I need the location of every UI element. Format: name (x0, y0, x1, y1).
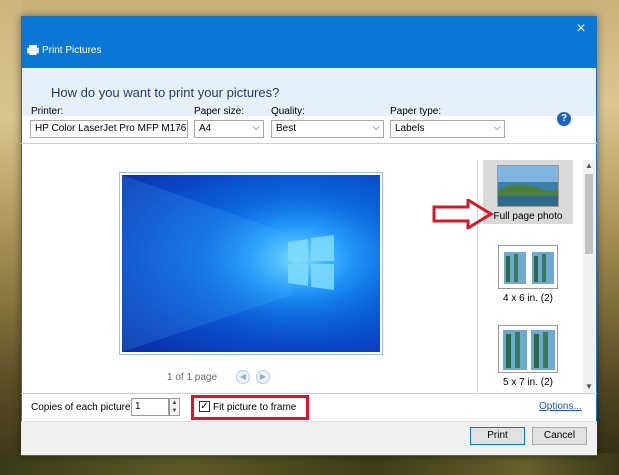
quality-select-value: Best (276, 123, 297, 134)
header-question: How do you want to print your pictures? (51, 85, 280, 100)
paper-size-select[interactable]: A4 ⌵ (194, 120, 264, 138)
chevron-down-icon: ⌵ (176, 122, 184, 133)
close-button[interactable]: × (572, 21, 590, 39)
layout-4x6[interactable]: 4 x 6 in. (2) (483, 240, 573, 306)
desktop-wallpaper-bottom (0, 453, 619, 475)
windows-logo-wallpaper (122, 175, 380, 352)
quality-label: Quality: (271, 106, 305, 117)
4x6-thumbnail (498, 245, 558, 289)
title-bar: Print Pictures × (22, 17, 596, 68)
paper-type-label: Paper type: (390, 106, 442, 117)
page-indicator: 1 of 1 page (167, 372, 218, 383)
copies-label: Copies of each picture: (31, 402, 134, 413)
copies-input[interactable]: 1 (131, 398, 169, 416)
printer-select-value: HP Color LaserJet Pro MFP M176 (35, 123, 187, 134)
header-band: How do you want to print your pictures? (22, 68, 596, 116)
divider (21, 143, 597, 144)
fit-picture-label[interactable]: Fit picture to frame (213, 402, 296, 413)
layout-scrollbar[interactable]: ▲ ▼ (583, 160, 595, 393)
window-title: Print Pictures (42, 45, 102, 56)
full-page-photo-thumbnail (497, 165, 559, 207)
chevron-down-icon: ⌵ (372, 122, 380, 133)
stepper-up-icon[interactable]: ▲ (170, 399, 179, 407)
paper-size-label: Paper size: (194, 106, 245, 117)
preview-image (122, 175, 380, 352)
help-icon[interactable]: ? (557, 112, 571, 126)
5x7-thumbnail (498, 325, 558, 373)
printer-label: Printer: (31, 106, 64, 117)
quality-select[interactable]: Best ⌵ (271, 120, 384, 138)
layout-full-page-photo[interactable]: Full page photo (483, 160, 573, 224)
layout-label: 4 x 6 in. (2) (502, 293, 554, 304)
divider (21, 393, 597, 394)
paper-type-select[interactable]: Labels ⌵ (390, 120, 505, 138)
layout-5x7[interactable]: 5 x 7 in. (2) (483, 320, 573, 388)
copies-stepper[interactable]: ▲ ▼ (169, 398, 180, 416)
fit-picture-checkbox[interactable]: ✓ (199, 401, 210, 412)
annotation-arrow-icon (432, 199, 494, 229)
print-button[interactable]: Print (470, 427, 525, 445)
chevron-down-icon: ⌵ (493, 122, 501, 133)
layout-label: 5 x 7 in. (2) (502, 377, 554, 388)
previous-page-button[interactable]: ◀ (236, 370, 250, 384)
paper-size-select-value: A4 (199, 123, 212, 134)
scroll-up-icon[interactable]: ▲ (583, 160, 595, 172)
stepper-down-icon[interactable]: ▼ (170, 407, 179, 415)
printer-select[interactable]: HP Color LaserJet Pro MFP M176 ⌵ (30, 120, 188, 138)
printer-icon (27, 45, 39, 55)
options-link[interactable]: Options... (539, 401, 582, 412)
chevron-down-icon: ⌵ (252, 122, 260, 133)
cancel-button[interactable]: Cancel (532, 427, 587, 445)
copies-value: 1 (135, 401, 141, 412)
next-page-button[interactable]: ▶ (256, 370, 270, 384)
scroll-thumb[interactable] (585, 174, 593, 254)
scroll-down-icon[interactable]: ▼ (583, 381, 595, 393)
paper-type-select-value: Labels (395, 123, 425, 134)
layout-label: Full page photo (493, 211, 563, 222)
desktop-wallpaper-left (0, 0, 22, 475)
